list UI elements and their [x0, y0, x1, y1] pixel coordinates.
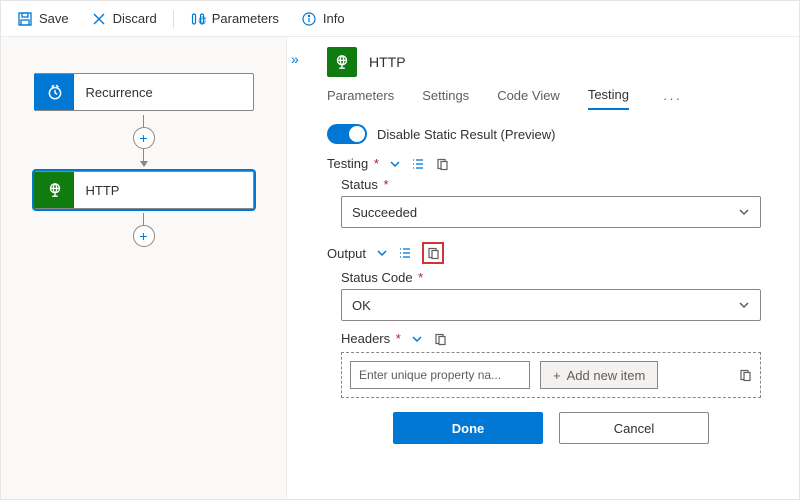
required-mark: *	[370, 156, 379, 171]
chevron-down-icon[interactable]	[389, 158, 401, 170]
testing-header: Testing *	[327, 156, 775, 171]
connector: +	[1, 115, 286, 167]
testing-section: Testing * Status * Succeeded Output	[327, 156, 775, 444]
add-new-item-button[interactable]: + Add new item	[540, 361, 658, 389]
cancel-button[interactable]: Cancel	[559, 412, 709, 444]
paste-icon[interactable]	[426, 246, 440, 260]
node-http-label: HTTP	[74, 183, 120, 198]
static-result-toggle-row: Disable Static Result (Preview)	[327, 124, 775, 144]
testing-label: Testing	[327, 156, 368, 171]
headers-label-row: Headers *	[341, 331, 775, 346]
add-new-item-label: Add new item	[567, 368, 646, 383]
node-recurrence[interactable]: Recurrence	[34, 73, 254, 111]
highlighted-paste-button	[422, 242, 444, 264]
panel-header: HTTP	[327, 47, 775, 77]
chevron-down-icon[interactable]	[411, 333, 423, 345]
done-button[interactable]: Done	[393, 412, 543, 444]
list-icon[interactable]	[398, 246, 412, 260]
connector-end: +	[1, 213, 286, 247]
add-step-button[interactable]: +	[133, 127, 155, 149]
headers-label: Headers	[341, 331, 390, 346]
separator	[173, 10, 174, 28]
parameters-label: Parameters	[212, 11, 279, 26]
paste-icon[interactable]	[435, 157, 449, 171]
parameters-icon: @	[190, 11, 206, 27]
globe-icon	[327, 47, 357, 77]
status-code-label-row: Status Code *	[341, 270, 775, 285]
clock-icon	[38, 74, 74, 110]
tab-testing[interactable]: Testing	[588, 87, 629, 110]
discard-button[interactable]: Discard	[83, 7, 165, 31]
status-label-row: Status *	[341, 177, 775, 192]
discard-label: Discard	[113, 11, 157, 26]
info-icon	[301, 11, 317, 27]
status-select[interactable]: Succeeded	[341, 196, 761, 228]
tab-parameters[interactable]: Parameters	[327, 88, 394, 109]
paste-icon[interactable]	[433, 332, 447, 346]
header-key-input[interactable]: Enter unique property na...	[350, 361, 530, 389]
status-value: Succeeded	[352, 205, 417, 220]
paste-icon[interactable]	[738, 368, 752, 382]
info-label: Info	[323, 11, 345, 26]
node-recurrence-label: Recurrence	[74, 85, 153, 100]
panel-title: HTTP	[369, 54, 406, 70]
status-label: Status	[341, 177, 378, 192]
tab-code-view[interactable]: Code View	[497, 88, 560, 109]
add-step-button-2[interactable]: +	[133, 225, 155, 247]
footer-buttons: Done Cancel	[327, 412, 775, 444]
save-button[interactable]: Save	[9, 7, 77, 31]
chevron-down-icon[interactable]	[376, 247, 388, 259]
save-label: Save	[39, 11, 69, 26]
output-header: Output	[327, 242, 775, 264]
save-icon	[17, 11, 33, 27]
plus-icon: +	[553, 368, 561, 383]
headers-container: Enter unique property na... + Add new it…	[341, 352, 761, 398]
discard-icon	[91, 11, 107, 27]
status-code-value: OK	[352, 298, 371, 313]
list-icon[interactable]	[411, 157, 425, 171]
status-code-label: Status Code	[341, 270, 413, 285]
command-bar: Save Discard @ Parameters Info	[1, 1, 799, 37]
collapse-panel-icon[interactable]: »	[291, 51, 299, 67]
main: Recurrence + HTTP + » HTTP Parameters Se…	[1, 37, 799, 499]
tabs: Parameters Settings Code View Testing ··…	[327, 87, 775, 110]
chevron-down-icon	[738, 299, 750, 311]
output-label: Output	[327, 246, 366, 261]
node-http[interactable]: HTTP	[34, 171, 254, 209]
status-code-select[interactable]: OK	[341, 289, 761, 321]
designer-canvas[interactable]: Recurrence + HTTP +	[1, 37, 287, 499]
tab-settings[interactable]: Settings	[422, 88, 469, 109]
tabs-overflow-icon[interactable]: ···	[657, 91, 688, 106]
parameters-button[interactable]: @ Parameters	[182, 7, 287, 31]
details-panel: » HTTP Parameters Settings Code View Tes…	[287, 37, 799, 499]
chevron-down-icon	[738, 206, 750, 218]
static-result-label: Disable Static Result (Preview)	[377, 127, 555, 142]
static-result-toggle[interactable]	[327, 124, 367, 144]
info-button[interactable]: Info	[293, 7, 353, 31]
globe-icon	[38, 172, 74, 208]
